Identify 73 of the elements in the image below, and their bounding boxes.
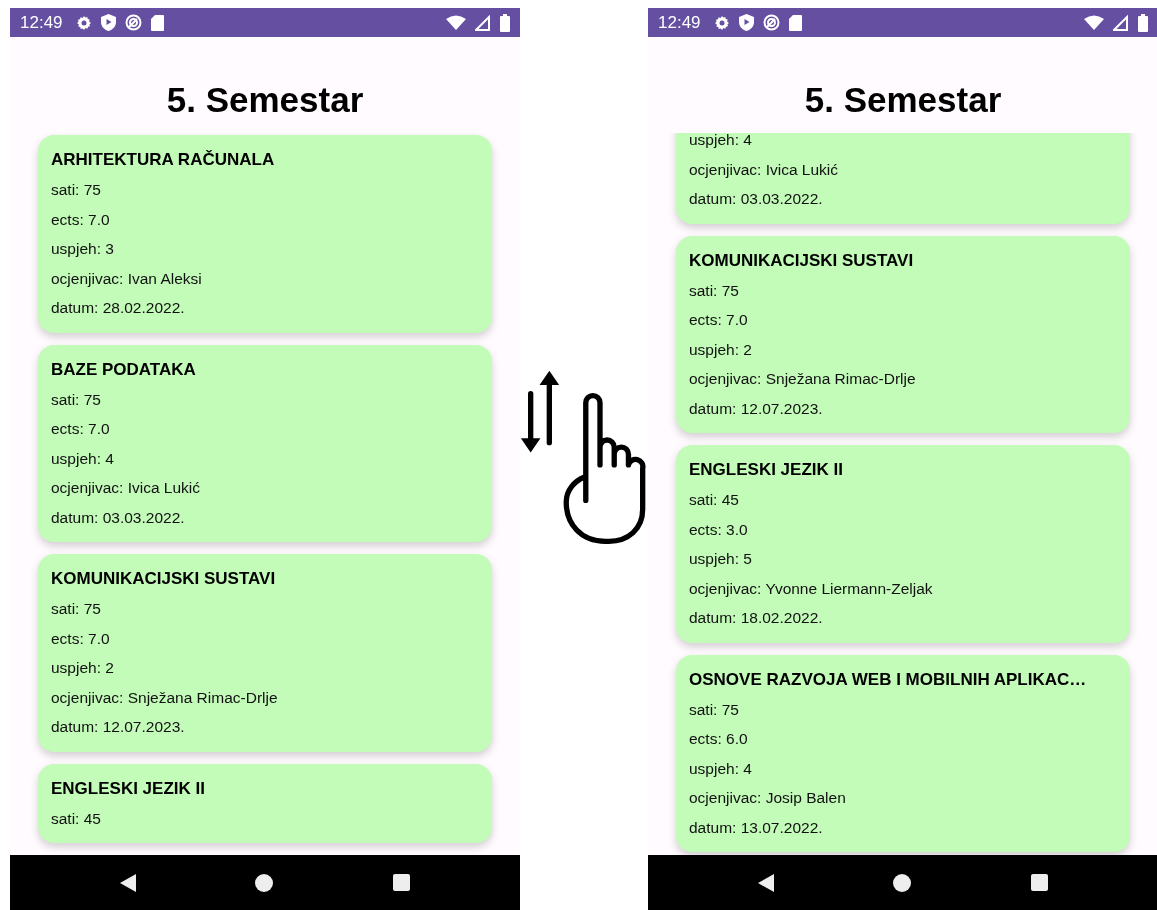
ring-icon xyxy=(762,14,780,31)
course-card[interactable]: ENGLESKI JEZIK II sati: 45 ects: 3.0 uspjeh: 5 ocjenjivac: Yvonne Liermann-Zeljak datum: 18.02.2022. xyxy=(676,445,1130,643)
course-detail: datum: 13.07.2022. xyxy=(689,817,824,838)
course-detail: ocjenjivac: Snježana Rimac-Drlje xyxy=(689,369,917,389)
course-detail: ocjenjivac: Ivica Lukić xyxy=(689,159,840,180)
course-card[interactable]: OSNOVE RAZVOJA WEB I MOBILNIH APLIKAC… sati: 75 ects: 6.0 uspjeh: 4 ocjenjivac: Josip Balen datum: 13.07.2022. xyxy=(676,654,1130,852)
course-detail: ects: 7.0 xyxy=(51,419,111,439)
course-detail: uspjeh: 4 xyxy=(689,758,753,779)
course-detail: ocjenjivac: Ivica Lukić xyxy=(51,478,202,498)
course-detail: datum: 03.03.2022. xyxy=(689,189,824,209)
course-card[interactable]: uspjeh: 4 ocjenjivac: Ivica Lukić datum: 03.03.2022. xyxy=(676,133,1130,224)
course-detail: ects: 6.0 xyxy=(689,729,749,749)
status-time: 12:49 xyxy=(658,12,701,33)
home-icon[interactable] xyxy=(255,873,274,892)
course-name: OSNOVE RAZVOJA WEB I MOBILNIH APLIKAC… xyxy=(689,668,1088,691)
course-card[interactable]: ENGLESKI JEZIK II sati: 45 xyxy=(38,763,492,843)
recents-icon[interactable] xyxy=(393,874,411,891)
gear-icon xyxy=(75,14,92,31)
recents-icon[interactable] xyxy=(1031,874,1049,891)
ring-icon xyxy=(124,14,142,31)
screen-title: 5. Semestar xyxy=(803,79,1003,121)
course-card[interactable]: BAZE PODATAKA sati: 75 ects: 7.0 uspjeh: 4 ocjenjivac: Ivica Lukić datum: 03.03.2022. xyxy=(38,344,492,542)
wifi-icon xyxy=(446,14,466,31)
course-name: BAZE PODATAKA xyxy=(51,358,197,381)
screen-title: 5. Semestar xyxy=(165,79,365,121)
course-detail: ocjenjivac: Yvonne Liermann-Zeljak xyxy=(689,578,934,599)
course-name: ARHITEKTURA RAČUNALA xyxy=(51,149,276,171)
course-detail: ocjenjivac: Josip Balen xyxy=(689,788,847,808)
course-name: KOMUNIKACIJSKI SUSTAVI xyxy=(51,568,277,590)
signal-icon xyxy=(475,14,491,31)
sd-card-icon xyxy=(788,14,802,31)
course-name: ENGLESKI JEZIK II xyxy=(689,459,844,481)
course-detail: uspjeh: 3 xyxy=(51,239,115,259)
course-detail: ocjenjivac: Snježana Rimac-Drlje xyxy=(51,687,279,708)
course-detail: ects: 7.0 xyxy=(51,628,111,649)
gear-icon xyxy=(713,14,730,31)
shield-icon xyxy=(100,14,116,31)
course-detail: sati: 45 xyxy=(51,808,102,829)
course-detail: uspjeh: 4 xyxy=(689,133,753,150)
course-card[interactable]: KOMUNIKACIJSKI SUSTAVI sati: 75 ects: 7.0 uspjeh: 2 ocjenjivac: Snježana Rimac-Drlje datum: 12.07.2023. xyxy=(676,235,1130,433)
course-detail: ocjenjivac: Ivan Aleksi xyxy=(51,268,203,289)
course-detail: datum: 12.07.2023. xyxy=(689,398,824,419)
course-card[interactable]: KOMUNIKACIJSKI SUSTAVI sati: 75 ects: 7.0 uspjeh: 2 ocjenjivac: Snježana Rimac-Drlje datum: 12.07.2023. xyxy=(38,554,492,752)
course-detail: datum: 12.07.2023. xyxy=(51,717,186,737)
course-detail: ects: 3.0 xyxy=(689,519,749,540)
back-icon[interactable] xyxy=(757,873,774,892)
course-detail: sati: 75 xyxy=(51,180,102,200)
sd-card-icon xyxy=(150,14,164,31)
course-detail: sati: 75 xyxy=(689,699,740,720)
shield-icon xyxy=(738,14,754,31)
course-detail: datum: 28.02.2022. xyxy=(51,298,186,318)
course-name: ENGLESKI JEZIK II xyxy=(51,777,206,800)
course-detail: uspjeh: 2 xyxy=(51,658,115,678)
course-detail: uspjeh: 5 xyxy=(689,549,753,569)
battery-icon xyxy=(1138,13,1148,32)
course-detail: datum: 03.03.2022. xyxy=(51,507,186,528)
course-detail: sati: 75 xyxy=(689,280,740,301)
course-detail: datum: 18.02.2022. xyxy=(689,608,824,628)
course-detail: uspjeh: 2 xyxy=(689,339,753,360)
back-icon[interactable] xyxy=(119,873,136,892)
course-detail: ects: 7.0 xyxy=(51,209,111,230)
course-detail: sati: 75 xyxy=(51,389,102,410)
course-name: KOMUNIKACIJSKI SUSTAVI xyxy=(689,249,915,272)
wifi-icon xyxy=(1084,14,1104,31)
status-time: 12:49 xyxy=(20,12,63,33)
course-detail: sati: 45 xyxy=(689,490,740,510)
course-detail: uspjeh: 4 xyxy=(51,448,115,469)
course-detail: sati: 75 xyxy=(51,599,102,619)
home-icon[interactable] xyxy=(893,873,912,892)
course-detail: ects: 7.0 xyxy=(689,310,749,330)
battery-icon xyxy=(500,13,510,32)
course-card[interactable]: ARHITEKTURA RAČUNALA sati: 75 ects: 7.0 uspjeh: 3 ocjenjivac: Ivan Aleksi datum: 28.02.2022. xyxy=(38,135,492,333)
signal-icon xyxy=(1113,14,1129,31)
